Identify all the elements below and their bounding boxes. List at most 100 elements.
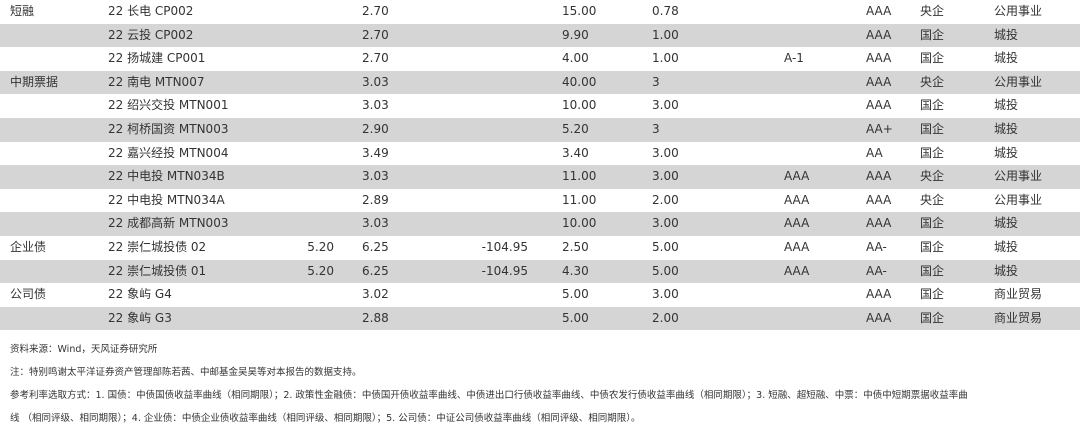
table-cell-c3: 6.25 xyxy=(362,239,389,254)
table-cell-name: 22 成都高新 MTN003 xyxy=(108,212,284,236)
table-cell-c7 xyxy=(740,70,836,95)
table-cell-c6: 3.00 xyxy=(648,212,740,236)
report-table-page: 短融 22 长电 CP002 2.70 15.00 0.78 AAA 央企 公用事业 22 云投… xyxy=(0,0,1080,428)
table-cell-c4 xyxy=(462,70,558,95)
table-cell-c11: 公用事业 xyxy=(994,192,1043,207)
table-cell-c3: 3.02 xyxy=(362,287,389,302)
table-cell-c3: 6.25 xyxy=(342,259,462,284)
table-cell-c4: -104.95 xyxy=(462,259,558,284)
table-cell-c6: 2.00 xyxy=(648,306,740,331)
table-cell-c3: 2.70 xyxy=(342,23,462,48)
table-cell-c2 xyxy=(284,283,342,307)
table-row: 22 象屿 G3 2.88 5.00 2.00 AAA 国企 商业贸易 xyxy=(0,306,1080,331)
table-cell-cat xyxy=(0,23,108,48)
table-cell-c10: 国企 xyxy=(920,51,945,66)
table-cell-name: 22 嘉兴经投 MTN004 xyxy=(108,145,229,160)
table-cell-c5: 2.50 xyxy=(562,239,589,254)
table-cell-c4 xyxy=(462,0,558,24)
table-cell-name: 22 中电投 MTN034B xyxy=(108,165,284,189)
table-cell-c5: 11.00 xyxy=(562,192,597,207)
footnotes: 资料来源：Wind，天风证券研究所 注：特别鸣谢太平洋证券资产管理部陈若茜、中邮… xyxy=(10,338,1072,430)
table-cell-c2 xyxy=(284,142,342,166)
table-cell-c7: AAA xyxy=(784,192,810,207)
table-cell-cat: 短融 xyxy=(10,4,35,18)
table-cell-c5: 5.00 xyxy=(562,287,589,302)
table-cell-c2 xyxy=(284,0,342,24)
table-cell-c10: 国企 xyxy=(920,259,994,284)
table-cell-c4 xyxy=(462,165,558,189)
bond-issuance-table: 短融 22 长电 CP002 2.70 15.00 0.78 AAA 央企 公用事业 22 云投… xyxy=(0,0,1080,331)
table-cell-c3: 3.03 xyxy=(342,165,462,189)
table-cell-c4 xyxy=(462,212,558,236)
table-cell-c6: 3.00 xyxy=(652,287,679,302)
table-cell-c4 xyxy=(462,94,558,118)
table-row: 22 中电投 MTN034A 2.89 11.00 2.00 AAA AAA 央企 公用事业 xyxy=(0,189,1080,213)
table-cell-name: 22 中电投 MTN034A xyxy=(108,192,225,207)
table-cell-c10: 央企 xyxy=(920,165,994,189)
table-cell-c9: AAA xyxy=(836,212,920,236)
table-cell-c10: 国企 xyxy=(920,23,994,48)
table-cell-c10: 国企 xyxy=(920,287,945,302)
table-cell-c7: AAA xyxy=(784,239,810,254)
table-cell-c6: 3.00 xyxy=(652,98,679,113)
table-cell-cat xyxy=(0,259,108,284)
table-cell-c11: 城投 xyxy=(994,51,1019,66)
table-cell-c9: AAA xyxy=(866,287,892,302)
table-cell-c6: 2.00 xyxy=(652,192,679,207)
table-cell-c7: AAA xyxy=(740,259,836,284)
table-cell-c6: 5.00 xyxy=(648,259,740,284)
table-cell-c9: AA+ xyxy=(836,117,920,142)
table-cell-c11: 商业贸易 xyxy=(994,306,1080,331)
table-cell-c11: 城投 xyxy=(994,239,1019,254)
table-cell-c2 xyxy=(284,117,342,142)
table-cell-c5: 5.00 xyxy=(558,306,648,331)
table-cell-c11: 城投 xyxy=(994,259,1080,284)
table-cell-c11: 城投 xyxy=(994,117,1080,142)
table-cell-c10: 央企 xyxy=(920,4,945,18)
table-cell-c9: AAA xyxy=(836,23,920,48)
table-row: 短融 22 长电 CP002 2.70 15.00 0.78 AAA 央企 公用事业 xyxy=(0,0,1080,24)
table-cell-cat xyxy=(0,165,108,189)
table-cell-c3: 2.70 xyxy=(362,4,389,18)
table-cell-c9: AAA xyxy=(866,4,892,18)
table-cell-c5: 9.90 xyxy=(558,23,648,48)
table-cell-c6: 0.78 xyxy=(652,4,679,18)
table-cell-c5: 15.00 xyxy=(562,4,597,18)
table-cell-name: 22 扬城建 CP001 xyxy=(108,51,206,66)
table-cell-c11: 城投 xyxy=(994,98,1019,113)
table-cell-c7 xyxy=(740,306,836,331)
table-cell-c11: 城投 xyxy=(994,145,1019,160)
table-cell-c2 xyxy=(284,306,342,331)
table-cell-c3: 3.03 xyxy=(362,98,389,113)
table-cell-c10: 国企 xyxy=(920,306,994,331)
table-cell-c2 xyxy=(284,23,342,48)
table-cell-c9: AAA xyxy=(836,306,920,331)
table-cell-cat xyxy=(0,189,108,213)
table-cell-cat xyxy=(0,94,108,118)
table-row: 22 嘉兴经投 MTN004 3.49 3.40 3.00 AA 国企 城投 xyxy=(0,142,1080,166)
table-cell-c3: 2.70 xyxy=(362,51,389,66)
table-cell-c10: 国企 xyxy=(920,212,994,236)
table-cell-c5: 10.00 xyxy=(558,212,648,236)
table-cell-c10: 央企 xyxy=(920,70,994,95)
table-cell-c9: AA- xyxy=(866,239,887,254)
table-cell-c9: AA- xyxy=(836,259,920,284)
table-cell-c3: 2.89 xyxy=(362,192,389,207)
table-row: 中期票据 22 南电 MTN007 3.03 40.00 3 AAA 央企 公用事业 xyxy=(0,70,1080,95)
table-cell-c5: 3.40 xyxy=(562,145,589,160)
table-cell-c11: 公用事业 xyxy=(994,4,1043,18)
method-note-line1: 参考利率选取方式：1. 国债：中债国债收益率曲线（相同期限）；2. 政策性金融债… xyxy=(10,390,968,401)
table-cell-name: 22 崇仁城投债 01 xyxy=(108,259,284,284)
table-cell-c6: 3.00 xyxy=(648,165,740,189)
table-row: 22 中电投 MTN034B 3.03 11.00 3.00 AAA AAA 央企 公用事业 xyxy=(0,165,1080,189)
table-cell-c10: 央企 xyxy=(920,192,945,207)
table-cell-c3: 3.03 xyxy=(342,212,462,236)
table-cell-cat xyxy=(0,142,108,166)
table-cell-c7 xyxy=(740,117,836,142)
table-cell-c5: 5.20 xyxy=(558,117,648,142)
table-cell-name: 22 南电 MTN007 xyxy=(108,70,284,95)
table-cell-c7: AAA xyxy=(740,165,836,189)
table-cell-c4 xyxy=(462,117,558,142)
table-cell-cat: 公司债 xyxy=(10,287,47,302)
table-cell-c11: 公用事业 xyxy=(994,70,1080,95)
